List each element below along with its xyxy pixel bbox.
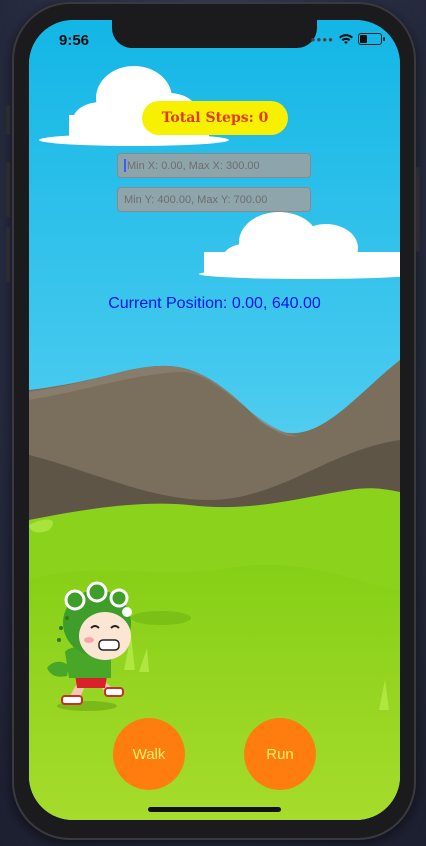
game-background xyxy=(29,20,400,820)
x-range-field[interactable] xyxy=(117,153,311,178)
text-cursor xyxy=(124,159,126,172)
total-steps-badge: Total Steps: 0 xyxy=(142,101,288,135)
y-range-field[interactable] xyxy=(117,187,311,212)
walk-button[interactable]: Walk xyxy=(113,718,185,790)
notch xyxy=(112,20,317,48)
volume-down-button xyxy=(6,227,10,282)
x-range-input[interactable] xyxy=(126,159,310,172)
status-time: 9:56 xyxy=(59,32,90,49)
grass-shadow xyxy=(131,611,191,625)
power-button xyxy=(416,167,420,252)
home-indicator[interactable] xyxy=(148,807,281,812)
run-button[interactable]: Run xyxy=(244,718,316,790)
wifi-icon xyxy=(339,34,353,44)
mute-switch xyxy=(6,105,10,135)
y-range-input[interactable] xyxy=(124,193,310,206)
current-position-label: Current Position: 0.00, 640.00 xyxy=(108,295,321,312)
app-screen: 9:56 ●●●● Total Steps: 0 Current Positio… xyxy=(29,20,400,820)
volume-up-button xyxy=(6,162,10,217)
status-icons: ●●●● xyxy=(310,32,385,46)
battery-icon xyxy=(358,33,385,45)
signal-icon: ●●●● xyxy=(310,34,334,44)
